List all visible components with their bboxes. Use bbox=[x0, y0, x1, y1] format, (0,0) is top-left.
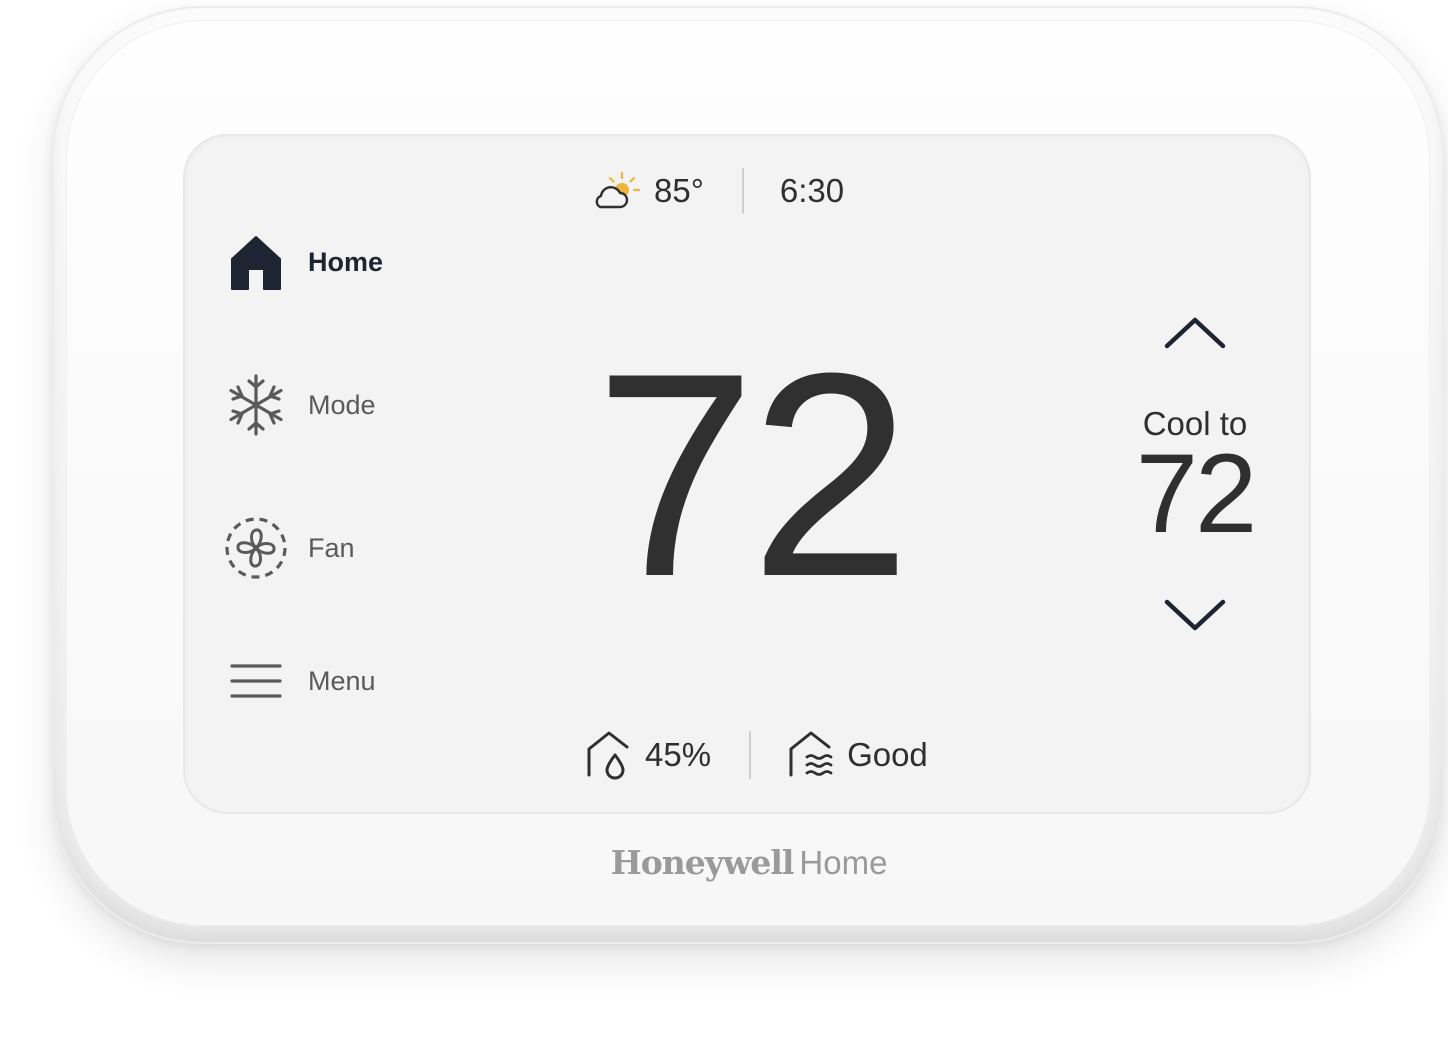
nav-label-mode: Mode bbox=[308, 389, 376, 420]
nav-item-home[interactable]: Home bbox=[222, 228, 383, 296]
partly-cloudy-sun-icon bbox=[595, 171, 641, 209]
air-quality-value: Good bbox=[847, 736, 928, 773]
nav-item-fan[interactable]: Fan bbox=[222, 514, 355, 582]
top-status-bar: 85° 6:30 bbox=[590, 168, 844, 214]
current-temperature: 72 bbox=[594, 313, 912, 637]
humidity-value: 45% bbox=[645, 736, 712, 773]
nav-label-menu: Menu bbox=[308, 665, 376, 696]
hamburger-menu-icon bbox=[222, 647, 290, 715]
status-divider bbox=[741, 168, 744, 214]
outdoor-temperature: 85° bbox=[654, 172, 704, 209]
nav-item-menu[interactable]: Menu bbox=[222, 647, 376, 715]
setpoint-down-wrap bbox=[1110, 592, 1280, 642]
status-divider-bottom bbox=[749, 731, 752, 779]
stage: 85° 6:30 Home Mode Fan Menu 72 Cool to 7… bbox=[0, 0, 1448, 1044]
clock-time: 6:30 bbox=[779, 172, 845, 209]
chevron-down-icon[interactable] bbox=[1160, 592, 1230, 642]
nav-label-fan: Fan bbox=[308, 532, 355, 563]
setpoint-value: 72 bbox=[1135, 431, 1258, 556]
chevron-up-icon[interactable] bbox=[1160, 306, 1230, 356]
brand-secondary: Home bbox=[799, 844, 888, 881]
nav-label-home: Home bbox=[308, 246, 384, 277]
bottom-status-bar: 45% Good bbox=[585, 728, 928, 782]
setpoint-control: Cool to 72 bbox=[1110, 306, 1280, 642]
brand-logo: Honeywell Home bbox=[0, 843, 1448, 882]
snowflake-icon bbox=[222, 371, 290, 439]
home-humidity-icon bbox=[587, 731, 629, 780]
nav-item-mode[interactable]: Mode bbox=[222, 371, 376, 439]
fan-icon bbox=[222, 514, 290, 582]
brand-primary: Honeywell bbox=[610, 843, 795, 882]
home-air-quality-icon bbox=[789, 731, 833, 777]
house-icon bbox=[222, 228, 290, 296]
